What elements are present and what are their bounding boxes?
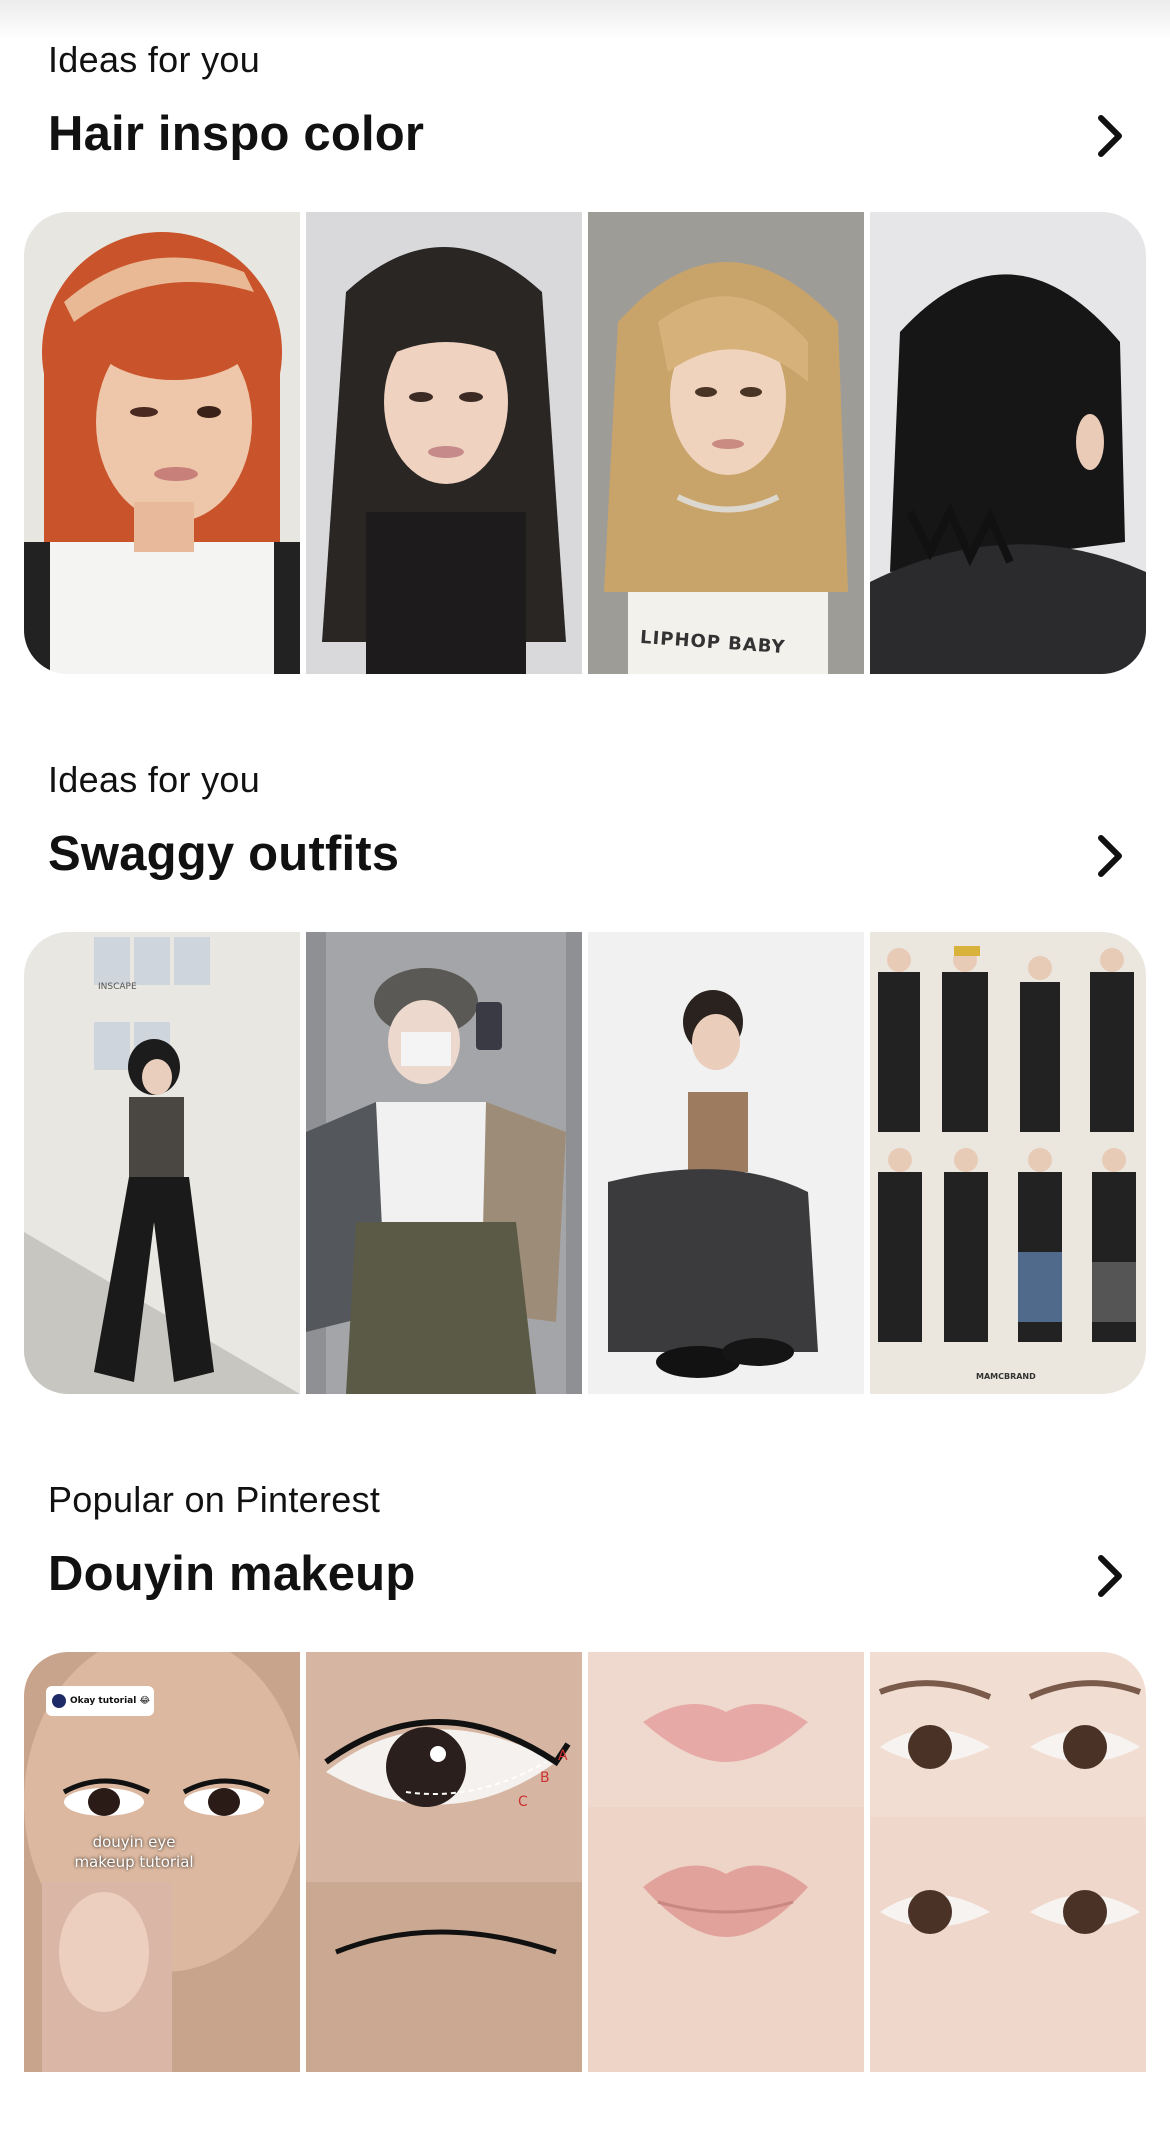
section-title[interactable]: Hair inspo color <box>48 104 424 164</box>
diagram-label-c: C <box>518 1794 528 1810</box>
avatar <box>52 1694 66 1708</box>
pin-image-elevator-selfie[interactable] <box>306 932 582 1394</box>
pin-image-lookbook-grid[interactable]: MAMCBRAND <box>870 932 1146 1394</box>
chevron-right-icon[interactable] <box>1080 828 1140 884</box>
board-preview-swaggy-outfits[interactable]: INSCAPE MAMCBRAND <box>24 932 1146 1394</box>
board-preview-douyin-makeup[interactable]: Okay tutorial 😂 douyin eye makeup tutori… <box>24 1652 1146 2072</box>
board-section-swaggy-outfits: Ideas for you Swaggy outfits INSCAPE MAM… <box>0 720 1170 1420</box>
pin-image-glitter-eyes[interactable] <box>870 1652 1146 2072</box>
pin-image-dark-layered-hair[interactable] <box>306 212 582 674</box>
board-section-douyin-makeup: Popular on Pinterest Douyin makeup Okay … <box>0 1440 1170 2140</box>
diagram-label-b: B <box>540 1770 550 1786</box>
pin-image-lip-tint[interactable] <box>588 1652 864 2072</box>
pin-image-orange-hair[interactable] <box>24 212 300 674</box>
section-title[interactable]: Douyin makeup <box>48 1544 415 1604</box>
pin-image-stairwell-outfit[interactable]: INSCAPE <box>24 932 300 1394</box>
diagram-label-a: A <box>558 1748 568 1764</box>
chevron-right-icon[interactable] <box>1080 108 1140 164</box>
board-section-hair-inspo: Ideas for you Hair inspo color LIPHOP BA… <box>0 0 1170 700</box>
reply-label: Okay tutorial 😂 <box>70 1696 150 1706</box>
brand-text: MAMCBRAND <box>976 1372 1036 1381</box>
section-eyebrow: Popular on Pinterest <box>48 1479 381 1520</box>
board-preview-hair-inspo[interactable]: LIPHOP BABY <box>24 212 1146 674</box>
pin-image-eyeliner-diagram[interactable]: A B C <box>306 1652 582 2072</box>
section-title[interactable]: Swaggy outfits <box>48 824 399 884</box>
section-eyebrow: Ideas for you <box>48 39 261 80</box>
video-caption: douyin eye makeup tutorial <box>74 1833 194 1871</box>
reply-bubble: Okay tutorial 😂 <box>46 1686 154 1716</box>
section-eyebrow: Ideas for you <box>48 759 261 800</box>
pin-image-blonde-hair[interactable]: LIPHOP BABY <box>588 212 864 674</box>
pin-image-eye-makeup-tutorial[interactable]: Okay tutorial 😂 douyin eye makeup tutori… <box>24 1652 300 2072</box>
pin-image-crouching-pose[interactable] <box>588 932 864 1394</box>
poster-text: INSCAPE <box>98 982 137 992</box>
pin-image-black-wolf-cut[interactable] <box>870 212 1146 674</box>
chevron-right-icon[interactable] <box>1080 1548 1140 1604</box>
